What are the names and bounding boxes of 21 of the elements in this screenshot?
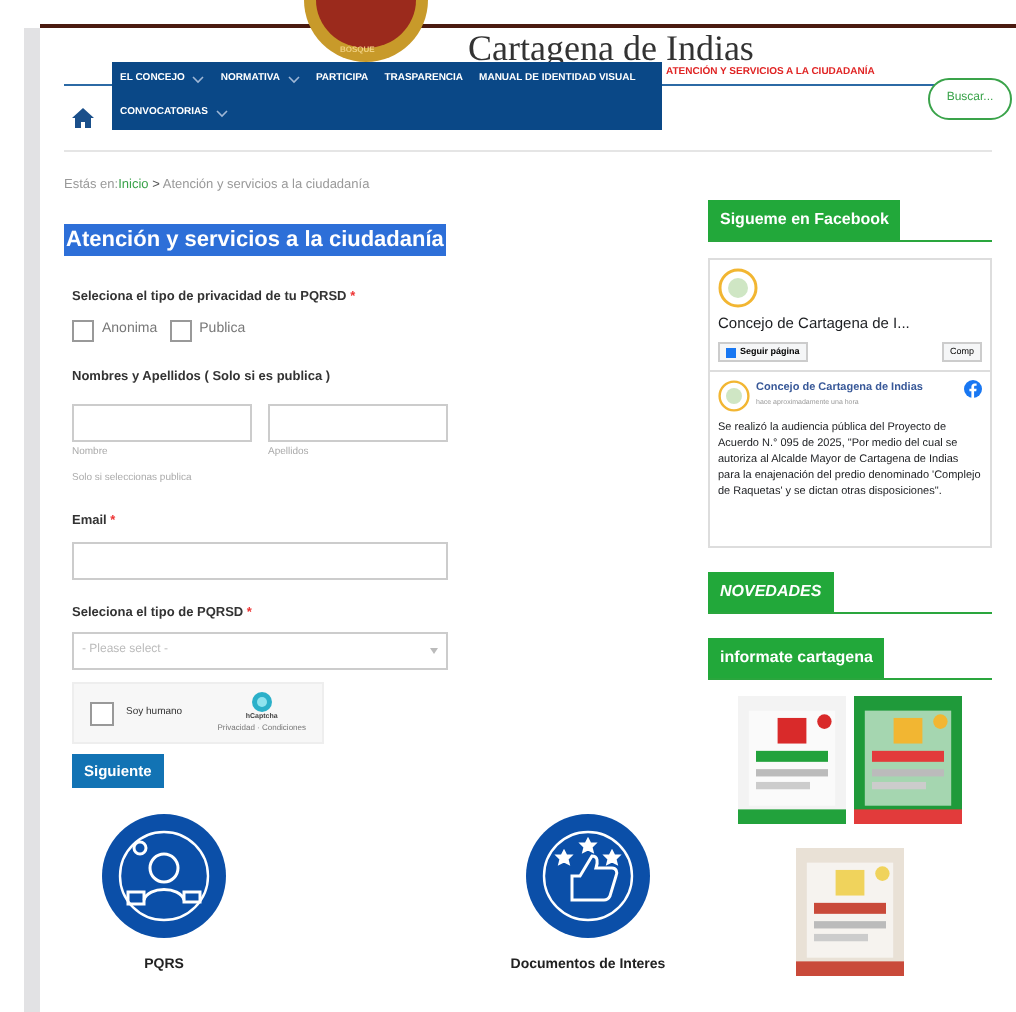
email-field[interactable] <box>72 541 448 579</box>
checkbox[interactable] <box>169 320 192 342</box>
page-avatar-icon <box>718 380 750 413</box>
site-title: Cartagena de Indias <box>468 28 754 68</box>
checkbox[interactable] <box>72 320 94 342</box>
thumbs-up-icon[interactable] <box>524 812 652 941</box>
logo-drawing <box>300 0 432 64</box>
text-field[interactable] <box>72 403 252 442</box>
captcha-logo-icon <box>251 692 272 713</box>
home-icon[interactable] <box>72 108 94 128</box>
facebook-icon <box>726 347 736 358</box>
section-heading: informate cartagena <box>708 638 885 678</box>
section-heading: NOVEDADES <box>708 572 834 612</box>
section-heading: Sigueme en Facebook <box>708 200 901 240</box>
text-field[interactable] <box>268 403 448 442</box>
facebook-logo-icon <box>964 380 982 399</box>
page-avatar-icon <box>718 268 758 308</box>
checkbox[interactable] <box>90 701 114 726</box>
caret-icon <box>430 648 438 655</box>
person-support-icon[interactable] <box>100 812 228 941</box>
page-title: Atención y servicios a la ciudadanía <box>64 223 446 257</box>
